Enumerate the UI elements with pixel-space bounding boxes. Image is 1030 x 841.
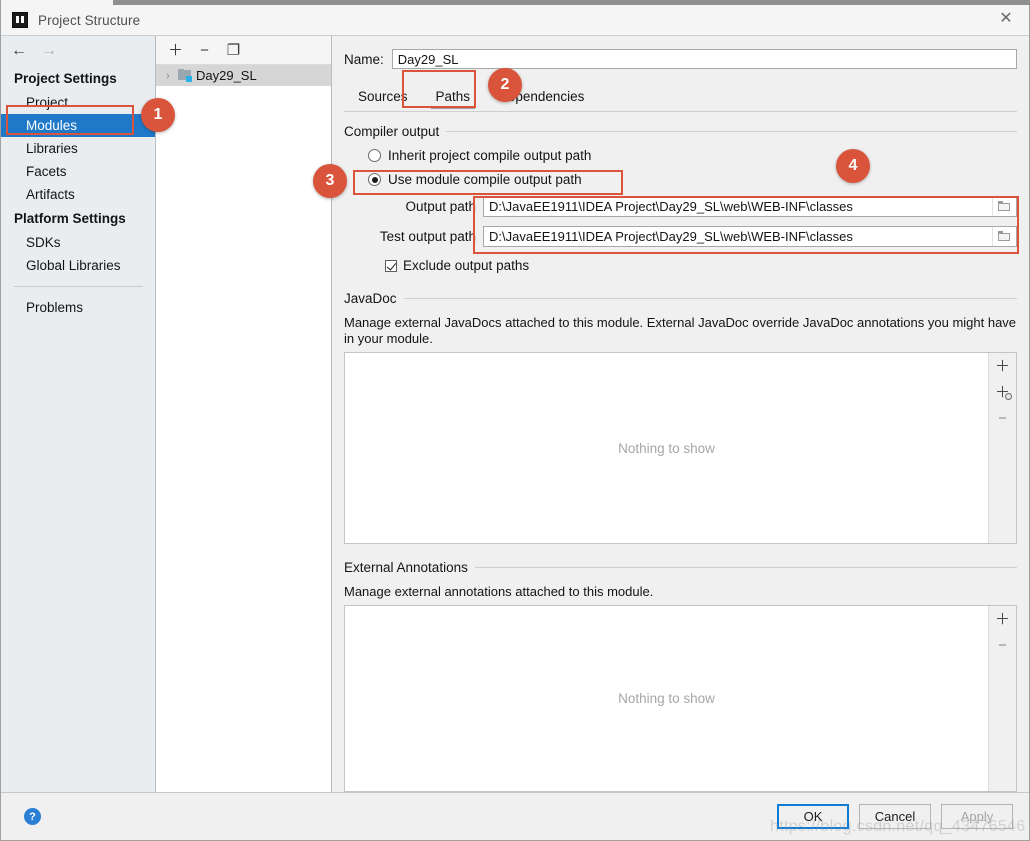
group-rule: [474, 567, 1017, 568]
apply-button[interactable]: Apply: [941, 804, 1013, 829]
output-path-value: D:\JavaEE1911\IDEA Project\Day29_SL\web\…: [489, 199, 853, 214]
folder-icon: [998, 230, 1011, 242]
annotation-badge-3: 3: [313, 164, 347, 198]
javadoc-listbox-wrap: Nothing to show ＋ ＋ −: [344, 352, 1017, 544]
add-javadoc-path-button[interactable]: ＋: [995, 359, 1011, 374]
external-annotations-title: External Annotations: [344, 560, 468, 575]
tree-item-label: Day29_SL: [196, 68, 257, 83]
javadoc-buttons: ＋ ＋ −: [988, 353, 1016, 543]
radio-button-unchecked-icon[interactable]: [368, 149, 381, 162]
test-output-path-browse-button[interactable]: [992, 227, 1016, 246]
module-name-input[interactable]: [391, 49, 1017, 69]
module-name-row: Name:: [344, 36, 1017, 69]
sidebar-item-sdks[interactable]: SDKs: [1, 231, 155, 254]
group-rule: [446, 131, 1017, 132]
sidebar-nav-bar: ← →: [1, 36, 155, 66]
sidebar-group-platform-settings: Platform Settings: [14, 211, 126, 226]
window-title: Project Structure: [38, 12, 141, 28]
tree-item-day29-sl[interactable]: › Day29_SL: [156, 65, 331, 86]
cancel-button[interactable]: Cancel: [859, 804, 931, 829]
title-bar: Project Structure ✕: [1, 5, 1029, 35]
module-folder-icon: [178, 69, 192, 82]
javadoc-listbox[interactable]: Nothing to show: [345, 353, 988, 543]
javadoc-description: Manage external JavaDocs attached to thi…: [344, 315, 1017, 346]
module-tree-toolbar: ＋ − ❐: [156, 36, 331, 65]
module-name-label: Name:: [344, 51, 384, 67]
radio-use-module-output[interactable]: Use module compile output path: [368, 172, 1017, 187]
settings-sidebar: ← → Project Settings Project Modules Lib…: [1, 36, 156, 792]
test-output-path-row: Test output path D:\JavaEE1911\IDEA Proj…: [344, 226, 1017, 247]
checkbox-checked-icon[interactable]: [385, 259, 397, 272]
radio-inherit-project-output[interactable]: Inherit project compile output path: [368, 148, 1017, 163]
add-annotation-button[interactable]: ＋: [995, 612, 1011, 627]
ok-button[interactable]: OK: [777, 804, 849, 829]
intellij-idea-icon: [12, 12, 28, 28]
javadoc-title: JavaDoc: [344, 291, 397, 306]
annotation-badge-4: 4: [836, 149, 870, 183]
module-tree-panel: ＋ − ❐ › Day29_SL: [156, 36, 332, 792]
test-output-path-field[interactable]: D:\JavaEE1911\IDEA Project\Day29_SL\web\…: [483, 226, 1017, 247]
test-output-path-value: D:\JavaEE1911\IDEA Project\Day29_SL\web\…: [489, 229, 853, 244]
compiler-output-group: Compiler output Inherit project compile …: [344, 124, 1017, 273]
sidebar-group-project-settings: Project Settings: [14, 71, 117, 86]
external-annotations-buttons: ＋ −: [988, 606, 1016, 791]
sidebar-item-libraries[interactable]: Libraries: [1, 137, 155, 160]
javadoc-empty-text: Nothing to show: [618, 440, 715, 456]
globe-icon: [1004, 393, 1012, 400]
javadoc-header: JavaDoc: [344, 291, 1017, 306]
sidebar-item-problems[interactable]: Problems: [1, 296, 155, 319]
back-arrow-icon[interactable]: ←: [11, 43, 27, 59]
annotation-badge-1: 1: [141, 98, 175, 132]
sidebar-divider: [14, 286, 143, 287]
test-output-path-label: Test output path: [379, 229, 476, 244]
add-javadoc-url-button[interactable]: ＋: [995, 385, 1012, 400]
external-annotations-group: External Annotations Manage external ann…: [344, 560, 1017, 792]
chevron-right-icon[interactable]: ›: [162, 70, 174, 82]
exclude-output-paths-label: Exclude output paths: [403, 258, 530, 273]
output-path-browse-button[interactable]: [992, 197, 1016, 216]
remove-javadoc-button[interactable]: −: [995, 411, 1011, 426]
close-icon[interactable]: ✕: [983, 0, 1029, 35]
dialog-body: ← → Project Settings Project Modules Lib…: [1, 35, 1029, 792]
output-path-row: Output path D:\JavaEE1911\IDEA Project\D…: [344, 196, 1017, 217]
radio-button-checked-icon[interactable]: [368, 173, 381, 186]
sidebar-item-project[interactable]: Project: [1, 91, 155, 114]
dialog-footer: ? OK Cancel Apply: [1, 792, 1029, 840]
forward-arrow-icon[interactable]: →: [41, 43, 57, 59]
sidebar-item-facets[interactable]: Facets: [1, 160, 155, 183]
compiler-output-header: Compiler output: [344, 124, 1017, 139]
remove-module-button[interactable]: −: [197, 43, 212, 58]
folder-icon: [998, 200, 1011, 212]
help-icon[interactable]: ?: [24, 808, 41, 825]
exclude-output-paths-checkbox[interactable]: Exclude output paths: [385, 258, 1017, 273]
tab-paths[interactable]: Paths: [422, 85, 485, 111]
compiler-output-title: Compiler output: [344, 124, 440, 139]
remove-annotation-button[interactable]: −: [995, 638, 1011, 653]
radio-use-module-label: Use module compile output path: [388, 172, 582, 187]
sidebar-item-artifacts[interactable]: Artifacts: [1, 183, 155, 206]
radio-inherit-label: Inherit project compile output path: [388, 148, 592, 163]
external-annotations-listbox[interactable]: Nothing to show: [345, 606, 988, 791]
external-annotations-listbox-wrap: Nothing to show ＋ −: [344, 605, 1017, 792]
module-tabs: Sources Paths Dependencies: [344, 81, 1017, 112]
javadoc-group: JavaDoc Manage external JavaDocs attache…: [344, 291, 1017, 544]
group-rule: [403, 298, 1017, 299]
copy-module-button[interactable]: ❐: [226, 43, 241, 58]
output-path-field[interactable]: D:\JavaEE1911\IDEA Project\Day29_SL\web\…: [483, 196, 1017, 217]
external-annotations-header: External Annotations: [344, 560, 1017, 575]
sidebar-item-global-libraries[interactable]: Global Libraries: [1, 254, 155, 277]
annotation-badge-2: 2: [488, 68, 522, 102]
sidebar-item-modules[interactable]: Modules: [1, 114, 155, 137]
external-annotations-description: Manage external annotations attached to …: [344, 584, 654, 599]
add-module-button[interactable]: ＋: [168, 43, 183, 58]
tab-sources[interactable]: Sources: [344, 85, 422, 111]
external-annotations-empty-text: Nothing to show: [618, 691, 715, 706]
module-detail-panel: Name: Sources Paths Dependencies Compile…: [332, 36, 1029, 792]
output-path-label: Output path: [405, 199, 476, 214]
